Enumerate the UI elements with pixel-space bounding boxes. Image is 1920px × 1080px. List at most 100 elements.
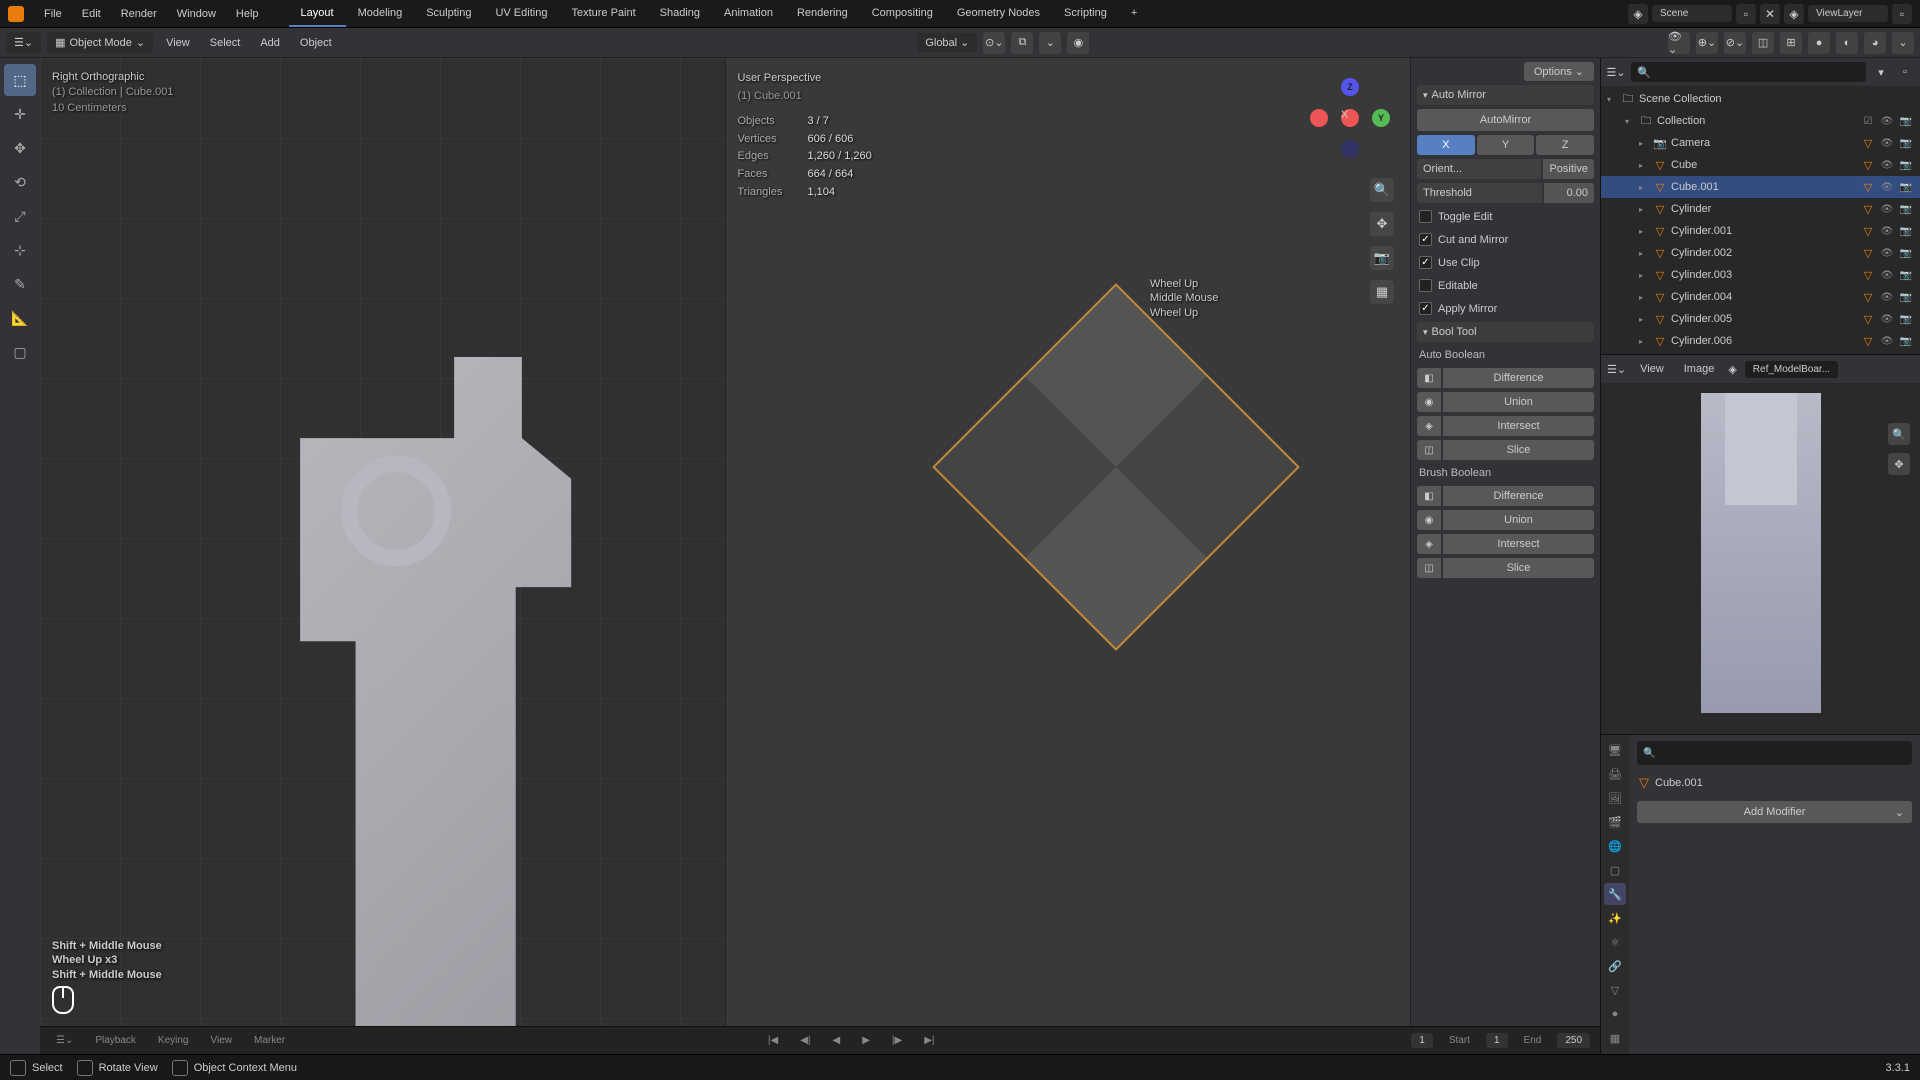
select-box-tool[interactable]: ⬚ [4,64,36,96]
proportional-edit-icon[interactable]: ◉ [1067,32,1089,54]
render-icon[interactable]: 📷 [1898,245,1914,261]
render-icon[interactable]: 📷 [1898,201,1914,217]
shading-rendered-icon[interactable]: ◕ [1864,32,1886,54]
brush-intersect-button[interactable]: ◈Intersect [1417,534,1594,554]
scene-new-icon[interactable]: ▫ [1736,4,1756,24]
props-tab-output[interactable]: 🖨 [1604,763,1626,785]
props-tab-physics[interactable]: ⚛ [1604,931,1626,953]
image-image-menu[interactable]: Image [1678,360,1721,378]
eye-icon[interactable]: 👁 [1879,333,1895,349]
eye-icon[interactable]: 👁 [1879,157,1895,173]
props-tab-texture[interactable]: ▦ [1604,1027,1626,1049]
menu-render[interactable]: Render [111,4,167,24]
snap-icon[interactable]: ⧉ [1011,32,1033,54]
panel-auto-mirror-header[interactable]: ▾Auto Mirror [1417,85,1594,105]
render-icon[interactable]: 📷 [1898,333,1914,349]
check-use-clip[interactable]: Use Clip [1417,253,1594,272]
move-view-icon[interactable]: ✥ [1888,453,1910,475]
auto-difference-button[interactable]: ◧Difference [1417,368,1594,388]
navigation-gizmo[interactable]: Y Z X [1310,78,1390,158]
outliner-scene-collection[interactable]: ▾ 🗀 Scene Collection [1601,88,1920,110]
add-modifier-dropdown[interactable]: Add Modifier [1637,801,1912,823]
object-visibility-icon[interactable]: 👁⌄ [1668,32,1690,54]
exclude-checkbox-icon[interactable]: ☑ [1860,113,1876,129]
outliner-item[interactable]: ▸📷Camera▽👁📷 [1601,132,1920,154]
auto-slice-button[interactable]: ◫Slice [1417,440,1594,460]
check-toggle-edit[interactable]: Toggle Edit [1417,207,1594,226]
viewport-right[interactable]: User Perspective (1) Cube.001 Objects3 /… [725,58,1411,1054]
gizmo-axis-x[interactable]: X [1341,109,1359,127]
eye-icon[interactable]: 👁 [1879,267,1895,283]
pivot-point-icon[interactable]: ⊙⌄ [983,32,1005,54]
add-cube-tool[interactable]: ▢ [4,336,36,368]
shading-matprev-icon[interactable]: ◐ [1836,32,1858,54]
workspace-tab-texture-paint[interactable]: Texture Paint [559,1,647,27]
workspace-tab-shading[interactable]: Shading [648,1,712,27]
workspace-tab-sculpting[interactable]: Sculpting [414,1,483,27]
render-icon[interactable]: 📷 [1898,223,1914,239]
zoom-icon[interactable]: 🔍 [1370,178,1394,202]
playback-jump-start-icon[interactable]: |◀ [762,1033,784,1048]
props-tab-viewlayer[interactable]: 🖼 [1604,787,1626,809]
snap-dropdown-icon[interactable]: ⌄ [1039,32,1061,54]
current-frame-field[interactable]: 1 [1411,1033,1433,1048]
zoom-icon[interactable]: 🔍 [1888,423,1910,445]
perspective-toggle-icon[interactable]: ▦ [1370,280,1394,304]
threshold-field[interactable]: Threshold 0.00 [1417,183,1594,203]
viewlayer-new-icon[interactable]: ▫ [1892,4,1912,24]
automirror-button[interactable]: AutoMirror [1417,109,1594,131]
props-tab-object[interactable]: ▢ [1604,859,1626,881]
gizmo-toggle-icon[interactable]: ⊕⌄ [1696,32,1718,54]
gizmo-axis-y[interactable]: Y [1372,109,1390,127]
playback-play-icon[interactable]: ▶ [856,1033,876,1048]
image-name-field[interactable]: Ref_ModelBoar... [1745,361,1838,378]
axis-z-button[interactable]: Z [1536,135,1594,155]
gizmo-axis-neg-x[interactable] [1310,109,1328,127]
scale-tool[interactable]: ⤢ [4,200,36,232]
outliner-item[interactable]: ▸▽Cube▽👁📷 [1601,154,1920,176]
overlays-toggle-icon[interactable]: ⊘⌄ [1724,32,1746,54]
props-tab-modifiers[interactable]: 🔧 [1604,883,1626,905]
properties-search-input[interactable]: 🔍 [1637,741,1912,765]
playback-prev-key-icon[interactable]: ◀| [794,1033,816,1048]
gizmo-axis-z[interactable]: Z [1341,78,1359,96]
props-tab-world[interactable]: 🌐 [1604,835,1626,857]
brush-slice-button[interactable]: ◫Slice [1417,558,1594,578]
timeline-marker-menu[interactable]: Marker [248,1033,291,1048]
gizmo-axis-neg-z[interactable] [1341,140,1359,158]
brush-union-button[interactable]: ◉Union [1417,510,1594,530]
auto-union-button[interactable]: ◉Union [1417,392,1594,412]
eye-icon[interactable]: 👁 [1879,201,1895,217]
props-tab-mesh[interactable]: ▽ [1604,979,1626,1001]
move-view-icon[interactable]: ✥ [1370,212,1394,236]
outliner-item[interactable]: ▸▽Cylinder.001▽👁📷 [1601,220,1920,242]
auto-intersect-button[interactable]: ◈Intersect [1417,416,1594,436]
menu-edit[interactable]: Edit [72,4,111,24]
playback-jump-end-icon[interactable]: ▶| [918,1033,940,1048]
outliner-item[interactable]: ▸▽Cylinder.003▽👁📷 [1601,264,1920,286]
header-select-menu[interactable]: Select [203,34,248,52]
transform-tool[interactable]: ⊹ [4,234,36,266]
image-view-menu[interactable]: View [1634,360,1670,378]
outliner-item[interactable]: ▸▽Cylinder.004▽👁📷 [1601,286,1920,308]
outliner-item[interactable]: ▸▽Cylinder.006▽👁📷 [1601,330,1920,352]
menu-help[interactable]: Help [226,4,269,24]
outliner-item[interactable]: ▸▽Cube.001▽👁📷 [1601,176,1920,198]
move-tool[interactable]: ✥ [4,132,36,164]
header-object-menu[interactable]: Object [293,34,339,52]
axis-y-button[interactable]: Y [1477,135,1535,155]
timeline-keying-menu[interactable]: Keying [152,1033,195,1048]
outliner-search-input[interactable]: 🔍 [1631,62,1866,82]
workspace-tab-animation[interactable]: Animation [712,1,785,27]
render-icon[interactable]: 📷 [1898,179,1914,195]
playback-play-reverse-icon[interactable]: ◀ [827,1033,847,1048]
props-tab-particles[interactable]: ✨ [1604,907,1626,929]
eye-icon[interactable]: 👁 [1879,289,1895,305]
menu-window[interactable]: Window [167,4,226,24]
workspace-tab-layout[interactable]: Layout [289,1,346,27]
editor-type-icon[interactable]: ☰⌄ [1607,363,1626,376]
xray-icon[interactable]: ◫ [1752,32,1774,54]
eye-icon[interactable]: 👁 [1879,245,1895,261]
props-tab-render[interactable]: 🖥 [1604,739,1626,761]
workspace-tab-scripting[interactable]: Scripting [1052,1,1119,27]
